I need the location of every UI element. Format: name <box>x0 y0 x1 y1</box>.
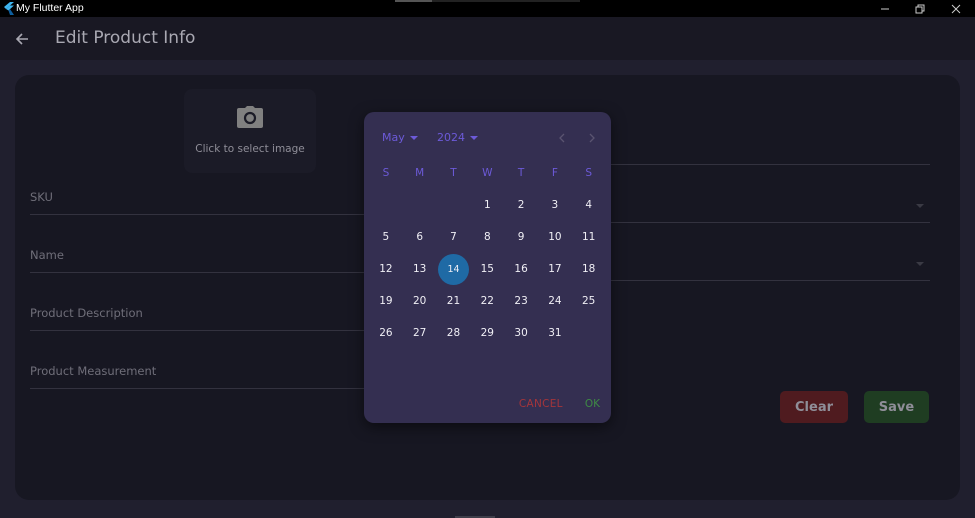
window-title: My Flutter App <box>16 2 84 14</box>
day-cell[interactable]: 6 <box>403 221 437 253</box>
selected-day[interactable]: 14 <box>437 253 471 285</box>
day-cell[interactable]: 18 <box>572 253 606 285</box>
date-picker-dialog: May 2024 SMTWTFS 1 2 3 4 5 6 7 8 9 10 11 12 13 14 15 16… <box>364 112 611 423</box>
product-description-label: Product Description <box>30 306 143 320</box>
day-cell[interactable]: 29 <box>470 317 504 349</box>
name-label: Name <box>30 248 64 262</box>
weekday-label: S <box>382 167 390 179</box>
image-picker-label: Click to select image <box>195 143 305 155</box>
product-measurement-label: Product Measurement <box>30 364 157 378</box>
close-button[interactable] <box>939 0 973 17</box>
calendar-grid: 1 2 3 4 5 6 7 8 9 10 11 12 13 14 15 16 17 18 19 20 21 22 23 24 2… <box>369 189 606 349</box>
app-bar: Edit Product Info <box>0 17 975 60</box>
month-dropdown[interactable]: May <box>382 131 418 144</box>
caret-down-icon <box>470 135 478 140</box>
cancel-button[interactable]: CANCEL <box>519 398 563 410</box>
window-titlebar: My Flutter App <box>0 0 975 17</box>
empty-cell <box>369 189 403 221</box>
chevron-left-icon <box>559 133 565 143</box>
year-dropdown[interactable]: 2024 <box>437 131 478 144</box>
close-icon <box>951 4 961 13</box>
page-title: Edit Product Info <box>55 28 196 48</box>
restore-icon <box>915 4 925 13</box>
ok-button[interactable]: OK <box>585 398 600 410</box>
flutter-logo-icon <box>4 2 14 15</box>
day-cell[interactable]: 9 <box>504 221 538 253</box>
prev-month-button[interactable] <box>553 129 571 147</box>
weekday-label: T <box>450 167 457 179</box>
day-cell[interactable]: 24 <box>538 285 572 317</box>
empty-cell <box>437 189 471 221</box>
day-cell[interactable]: 15 <box>470 253 504 285</box>
minimize-icon <box>881 8 889 9</box>
right-dropdown-1[interactable] <box>595 183 930 223</box>
clear-button[interactable]: Clear <box>780 391 848 423</box>
right-dropdown-2[interactable] <box>595 241 930 281</box>
image-picker[interactable]: Click to select image <box>184 89 316 173</box>
restore-button[interactable] <box>903 0 937 17</box>
product-description-field[interactable]: Product Description <box>30 291 370 331</box>
sku-field[interactable]: SKU <box>30 175 370 215</box>
name-field[interactable]: Name <box>30 233 370 273</box>
day-cell[interactable]: 27 <box>403 317 437 349</box>
day-cell[interactable]: 13 <box>403 253 437 285</box>
day-cell[interactable]: 4 <box>572 189 606 221</box>
day-cell[interactable]: 11 <box>572 221 606 253</box>
back-button[interactable] <box>10 27 34 51</box>
day-cell[interactable]: 19 <box>369 285 403 317</box>
top-scroll-indicator <box>395 0 580 2</box>
day-cell[interactable]: 2 <box>504 189 538 221</box>
empty-cell <box>403 189 437 221</box>
next-month-button[interactable] <box>583 129 601 147</box>
arrow-left-icon <box>15 33 28 45</box>
caret-down-icon <box>409 135 418 140</box>
weekday-label: T <box>517 167 525 179</box>
dropdown-arrow-icon <box>916 204 924 208</box>
day-cell[interactable]: 31 <box>538 317 572 349</box>
dropdown-arrow-icon <box>916 262 924 266</box>
right-field-1[interactable] <box>595 125 930 165</box>
sku-label: SKU <box>30 190 53 204</box>
camera-icon <box>237 106 263 128</box>
day-cell[interactable]: 17 <box>538 253 572 285</box>
day-cell[interactable]: 5 <box>369 221 403 253</box>
day-cell[interactable]: 1 <box>470 189 504 221</box>
day-cell[interactable]: 3 <box>538 189 572 221</box>
dialog-actions: CANCEL OK <box>519 398 600 410</box>
weekday-label: F <box>551 167 558 179</box>
day-cell[interactable]: 25 <box>572 285 606 317</box>
month-label: May <box>382 131 405 144</box>
day-cell[interactable]: 30 <box>504 317 538 349</box>
save-button[interactable]: Save <box>864 391 929 423</box>
day-cell[interactable]: 8 <box>470 221 504 253</box>
minimize-button[interactable] <box>868 0 902 17</box>
chevron-right-icon <box>589 133 595 143</box>
weekday-label: W <box>482 167 493 179</box>
year-label: 2024 <box>437 131 465 144</box>
weekday-label: S <box>585 167 593 179</box>
day-cell[interactable]: 12 <box>369 253 403 285</box>
weekday-label: M <box>415 167 425 179</box>
day-cell[interactable]: 20 <box>403 285 437 317</box>
day-cell[interactable]: 16 <box>504 253 538 285</box>
day-cell[interactable]: 23 <box>504 285 538 317</box>
product-measurement-field[interactable]: Product Measurement <box>30 349 370 389</box>
day-cell[interactable]: 28 <box>437 317 471 349</box>
weekday-header: SMTWTFS <box>369 167 606 179</box>
day-cell[interactable]: 7 <box>437 221 471 253</box>
day-cell[interactable]: 26 <box>369 317 403 349</box>
day-cell[interactable]: 21 <box>437 285 471 317</box>
day-cell[interactable]: 22 <box>470 285 504 317</box>
day-cell[interactable]: 10 <box>538 221 572 253</box>
